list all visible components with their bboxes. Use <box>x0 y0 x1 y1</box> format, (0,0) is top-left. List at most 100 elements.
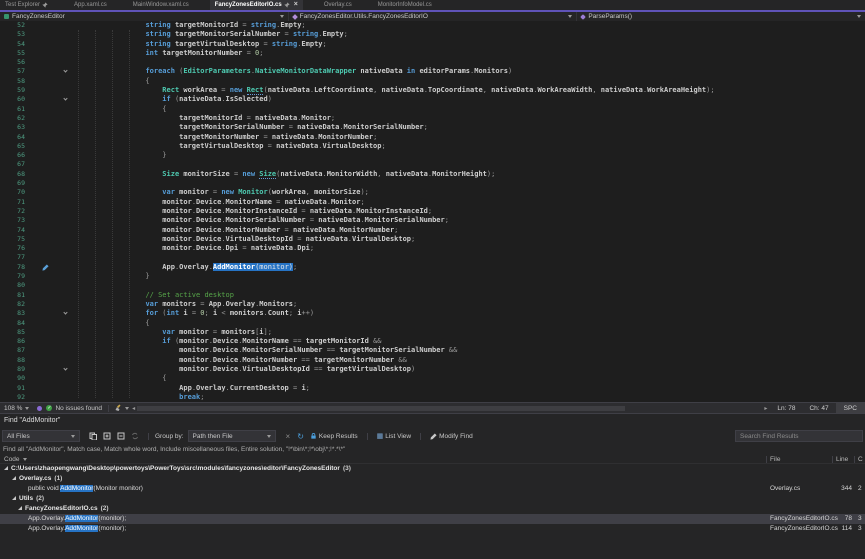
code-line[interactable]: 76 monitor.Device.Dpi = nativeData.Dpi; <box>0 244 865 253</box>
column-header-col[interactable]: C <box>858 455 863 464</box>
fold-chevron-icon[interactable] <box>59 67 71 76</box>
code-line[interactable]: 80 <box>0 281 865 290</box>
find-result-row[interactable]: public void AddMonitor(Monitor monitor)O… <box>0 484 865 494</box>
code-line[interactable]: 83 for (int i = 0; i < monitors.Count; i… <box>0 309 865 318</box>
fold-chevron-icon[interactable] <box>59 365 71 374</box>
code-line[interactable]: 73 monitor.Device.MonitorSerialNumber = … <box>0 216 865 225</box>
code-line[interactable]: 60 if (nativeData.IsSelected) <box>0 95 865 104</box>
find-result-row[interactable]: App.Overlay.AddMonitor(monitor);FancyZon… <box>0 524 865 534</box>
code-line[interactable]: 59 Rect workArea = new Rect(nativeData.L… <box>0 86 865 95</box>
tree-expand-arrow-icon[interactable] <box>12 476 16 480</box>
code-line[interactable]: 74 monitor.Device.MonitorNumber = native… <box>0 226 865 235</box>
fold-chevron-icon[interactable] <box>59 95 71 104</box>
tree-expand-arrow-icon[interactable] <box>18 506 22 510</box>
code-line[interactable]: 61 { <box>0 105 865 114</box>
intellicode-icon[interactable] <box>37 406 42 411</box>
code-line[interactable]: 66 } <box>0 151 865 160</box>
code-line[interactable]: 88 monitor.Device.MonitorNumber == targe… <box>0 356 865 365</box>
code-line[interactable]: 64 targetMonitorNumber = nativeData.Moni… <box>0 133 865 142</box>
expand-all-button[interactable] <box>103 432 111 440</box>
code-line[interactable]: 86 if (monitor.Device.MonitorName == tar… <box>0 337 865 346</box>
pin-icon <box>284 2 290 8</box>
code-line[interactable]: 72 monitor.Device.MonitorInstanceId = na… <box>0 207 865 216</box>
scroll-left-arrow-icon[interactable]: ◂ <box>132 405 135 412</box>
space-mode-indicator[interactable]: SPC <box>836 403 865 414</box>
code-line[interactable]: 91 App.Overlay.CurrentDesktop = i; <box>0 384 865 393</box>
modify-find-button[interactable]: Modify Find <box>430 433 473 440</box>
column-header-file[interactable]: File <box>770 455 780 464</box>
refresh-button[interactable]: ↻ <box>297 432 304 441</box>
code-line[interactable]: 53 string targetMonitorSerialNumber = st… <box>0 30 865 39</box>
project-dropdown[interactable]: FancyZonesEditor <box>0 12 289 21</box>
horizontal-scrollbar[interactable]: ◂ ▸ <box>132 405 767 412</box>
collapse-all-icon <box>117 432 125 440</box>
code-text: if (nativeData.IsSelected) <box>78 95 272 103</box>
find-group-row[interactable]: Overlay.cs(1) <box>0 474 865 484</box>
tree-expand-arrow-icon[interactable] <box>4 466 8 470</box>
code-line[interactable]: 87 monitor.Device.MonitorSerialNumber ==… <box>0 346 865 355</box>
code-line[interactable]: 75 monitor.Device.VirtualDesktopId = nat… <box>0 235 865 244</box>
file-types-dropdown[interactable]: All Files <box>2 430 80 442</box>
find-group-row[interactable]: C:\Users\zhaopengwang\Desktop\powertoys\… <box>0 464 865 474</box>
stop-search-button[interactable]: × <box>286 432 291 441</box>
tab-test-explorer[interactable]: Test Explorer <box>0 0 53 10</box>
document-health-indicator[interactable]: ✓ No issues found <box>46 405 102 412</box>
find-result-row[interactable]: App.Overlay.AddMonitor(monitor);FancyZon… <box>0 514 865 524</box>
find-group-row[interactable]: Utils(2) <box>0 494 865 504</box>
visual-studio-window: Test Explorer App.xaml.cs MainWindow.xaml.… <box>0 0 865 559</box>
code-line[interactable]: 84 { <box>0 319 865 328</box>
code-line[interactable]: 54 string targetVirtualDesktop = string.… <box>0 40 865 49</box>
code-line[interactable]: 56 <box>0 58 865 67</box>
tab-label: Overlay.cs <box>324 0 352 10</box>
code-line[interactable]: 90 { <box>0 374 865 383</box>
copy-icon <box>89 432 97 440</box>
code-line[interactable]: 58 { <box>0 77 865 86</box>
column-header-line[interactable]: Line <box>836 455 848 464</box>
keep-results-button[interactable]: Keep Results <box>310 432 358 440</box>
scroll-right-arrow-icon[interactable]: ▸ <box>764 405 767 412</box>
group-by-dropdown[interactable]: Path then File <box>188 430 276 442</box>
code-line[interactable]: 71 monitor.Device.MonitorName = nativeDa… <box>0 198 865 207</box>
scrollbar-track[interactable] <box>137 406 762 411</box>
list-view-button[interactable]: ▦ List View <box>377 432 412 440</box>
code-cleanup-button[interactable] <box>115 404 129 412</box>
code-line[interactable]: 57 foreach (EditorParameters.NativeMonit… <box>0 67 865 76</box>
code-line[interactable]: 68 Size monitorSize = new Size(nativeDat… <box>0 170 865 179</box>
tab-overlay-cs[interactable]: Overlay.cs <box>319 0 357 10</box>
collapse-all-button[interactable] <box>117 432 125 440</box>
code-line[interactable]: 85 var monitor = monitors[i]; <box>0 328 865 337</box>
scrollbar-thumb[interactable] <box>137 406 625 411</box>
close-icon[interactable]: × <box>294 0 298 10</box>
type-dropdown[interactable]: FancyZonesEditor.Utils.FancyZonesEditorI… <box>289 12 578 21</box>
code-line[interactable]: 89 monitor.Device.VirtualDesktopId == ta… <box>0 365 865 374</box>
find-group-row[interactable]: FancyZonesEditorIO.cs(2) <box>0 504 865 514</box>
tab-app-xaml-cs[interactable]: App.xaml.cs <box>69 0 112 10</box>
code-line[interactable]: 78 App.Overlay.AddMonitor(monitor); <box>0 263 865 272</box>
code-line[interactable]: 65 targetVirtualDesktop = nativeData.Vir… <box>0 142 865 151</box>
copy-button[interactable] <box>89 432 97 440</box>
zoom-control[interactable]: 108 % <box>0 405 33 412</box>
code-line[interactable]: 63 targetMonitorSerialNumber = nativeDat… <box>0 123 865 132</box>
code-line[interactable]: 55 int targetMonitorNumber = 0; <box>0 49 865 58</box>
code-editor[interactable]: 52 string targetMonitorId = string.Empty… <box>0 21 865 402</box>
code-line[interactable]: 62 targetMonitorId = nativeData.Monitor; <box>0 114 865 123</box>
tree-expand-arrow-icon[interactable] <box>12 496 16 500</box>
fold-chevron-icon[interactable] <box>59 309 71 318</box>
code-line[interactable]: 52 string targetMonitorId = string.Empty… <box>0 21 865 30</box>
code-line[interactable]: 70 var monitor = new Monitor(workArea, m… <box>0 188 865 197</box>
code-line[interactable]: 77 <box>0 253 865 262</box>
code-line[interactable]: 81 // Set active desktop <box>0 291 865 300</box>
tab-monitorinfomodel-cs[interactable]: MonitorInfoModel.cs <box>373 0 437 10</box>
code-line[interactable]: 92 break; <box>0 393 865 402</box>
member-dropdown[interactable]: ParseParams() <box>577 12 865 21</box>
search-find-results-input[interactable] <box>735 430 863 442</box>
code-text: string targetMonitorSerialNumber = strin… <box>78 30 348 38</box>
code-line[interactable]: 82 var monitors = App.Overlay.Monitors; <box>0 300 865 309</box>
sync-button[interactable] <box>131 432 139 440</box>
code-line[interactable]: 69 <box>0 179 865 188</box>
code-line[interactable]: 67 <box>0 160 865 169</box>
code-line[interactable]: 79 } <box>0 272 865 281</box>
tab-mainwindow-xaml-cs[interactable]: MainWindow.xaml.cs <box>128 0 194 10</box>
column-header-code[interactable]: Code <box>4 455 27 464</box>
tab-fancyzoneseditorio-cs[interactable]: FancyZonesEditorIO.cs× <box>210 0 303 10</box>
